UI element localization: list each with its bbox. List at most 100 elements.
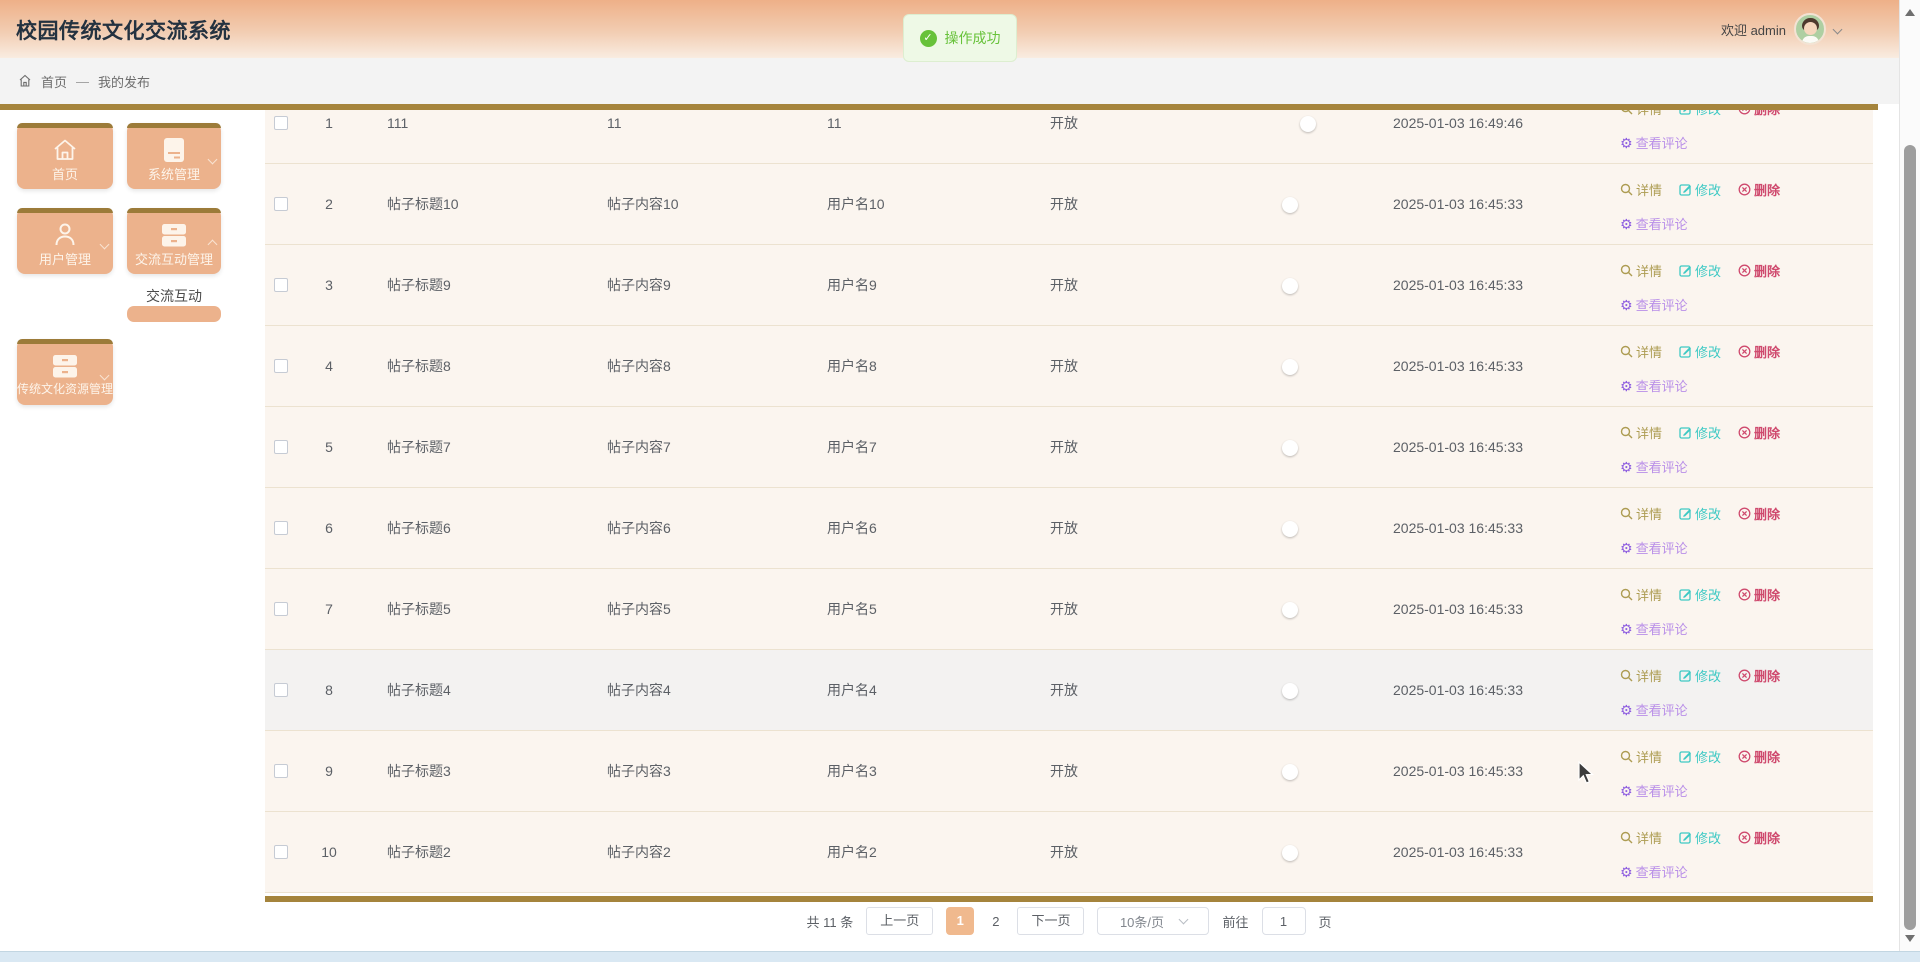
view-comments-link[interactable]: ⚙ 查看评论: [1620, 214, 1688, 233]
view-comments-link[interactable]: ⚙ 查看评论: [1620, 295, 1688, 314]
page-number-2[interactable]: 2: [987, 914, 1004, 929]
table-row: 3 帖子标题9 帖子内容9 用户名9 开放 2025-01-03 16:45:3…: [265, 245, 1873, 326]
breadcrumb-separator: —: [76, 73, 90, 89]
delete-link[interactable]: 删除: [1738, 180, 1780, 199]
row-actions: 详情 修改 删除: [1620, 650, 1873, 731]
post-title: 帖子标题8: [387, 358, 451, 374]
scrollbar-thumb[interactable]: [1904, 145, 1916, 930]
delete-link[interactable]: 删除: [1738, 110, 1780, 118]
detail-link[interactable]: 详情: [1620, 747, 1662, 766]
row-checkbox[interactable]: [274, 764, 288, 778]
submenu-item-selected[interactable]: [127, 306, 221, 322]
detail-link[interactable]: 详情: [1620, 110, 1662, 118]
post-time: 2025-01-03 16:45:33: [1393, 844, 1523, 860]
delete-link[interactable]: 删除: [1738, 504, 1780, 523]
edit-link[interactable]: 修改: [1679, 180, 1721, 199]
gear-icon: ⚙: [1620, 134, 1633, 151]
detail-link[interactable]: 详情: [1620, 504, 1662, 523]
view-comments-link[interactable]: ⚙ 查看评论: [1620, 376, 1688, 395]
edit-link[interactable]: 修改: [1679, 261, 1721, 280]
sidebar-item-system-management[interactable]: 系统管理: [127, 123, 221, 189]
prev-page-button[interactable]: 上一页: [866, 907, 934, 935]
delete-link[interactable]: 删除: [1738, 747, 1780, 766]
delete-link[interactable]: 删除: [1738, 261, 1780, 280]
row-checkbox[interactable]: [274, 521, 288, 535]
sidebar-item-interaction-management[interactable]: 交流互动管理: [127, 208, 221, 274]
edit-icon: [1679, 508, 1692, 520]
edit-icon: [1679, 427, 1692, 439]
post-time: 2025-01-03 16:45:33: [1393, 682, 1523, 698]
view-comments-link[interactable]: ⚙ 查看评论: [1620, 538, 1688, 557]
row-checkbox[interactable]: [274, 683, 288, 697]
detail-link[interactable]: 详情: [1620, 423, 1662, 442]
delete-link[interactable]: 删除: [1738, 423, 1780, 442]
row-checkbox[interactable]: [274, 197, 288, 211]
post-time: 2025-01-03 16:45:33: [1393, 439, 1523, 455]
view-comments-link[interactable]: ⚙ 查看评论: [1620, 457, 1688, 476]
edit-link[interactable]: 修改: [1679, 423, 1721, 442]
delete-icon: [1738, 264, 1751, 277]
delete-link[interactable]: 删除: [1738, 828, 1780, 847]
edit-link[interactable]: 修改: [1679, 666, 1721, 685]
row-checkbox-cell: [274, 764, 288, 778]
submenu-item-interaction[interactable]: 交流互动: [127, 286, 221, 306]
row-checkbox[interactable]: [274, 602, 288, 616]
delete-link[interactable]: 删除: [1738, 666, 1780, 685]
detail-label: 详情: [1636, 426, 1663, 441]
sidebar-item-home[interactable]: 首页: [17, 123, 113, 189]
edit-link[interactable]: 修改: [1679, 110, 1721, 118]
post-title: 111: [387, 115, 409, 131]
avatar[interactable]: [1794, 13, 1826, 45]
row-checkbox[interactable]: [274, 845, 288, 859]
detail-link[interactable]: 详情: [1620, 342, 1662, 361]
user-menu[interactable]: 欢迎 admin: [1721, 12, 1843, 46]
scroll-down-arrow-icon[interactable]: [1905, 935, 1915, 942]
edit-link[interactable]: 修改: [1679, 585, 1721, 604]
sidebar-item-culture-resource-management[interactable]: 传统文化资源管理: [17, 339, 113, 405]
magnifier-icon: [1621, 110, 1633, 115]
detail-link[interactable]: 详情: [1620, 828, 1662, 847]
row-checkbox[interactable]: [274, 359, 288, 373]
delete-link[interactable]: 删除: [1738, 585, 1780, 604]
scroll-up-arrow-icon[interactable]: [1905, 9, 1915, 16]
page-number-1[interactable]: 1: [946, 907, 975, 935]
page-size-select[interactable]: 10条/页: [1097, 907, 1210, 935]
magnifier-icon: [1620, 426, 1633, 439]
row-checkbox[interactable]: [274, 440, 288, 454]
delete-link[interactable]: 删除: [1738, 342, 1780, 361]
row-checkbox[interactable]: [274, 116, 288, 130]
view-comments-link[interactable]: ⚙ 查看评论: [1620, 700, 1688, 719]
next-page-button[interactable]: 下一页: [1017, 907, 1085, 935]
magnifier-icon: [1620, 750, 1633, 763]
edit-icon: [1679, 110, 1691, 115]
row-actions: 详情 修改 删除: [1620, 731, 1873, 812]
view-comments-link[interactable]: ⚙ 查看评论: [1620, 781, 1688, 800]
detail-link[interactable]: 详情: [1620, 180, 1662, 199]
breadcrumb-home[interactable]: 首页: [41, 72, 67, 91]
row-actions: 详情 修改 删除: [1620, 488, 1873, 569]
vertical-scrollbar[interactable]: [1899, 0, 1920, 951]
goto-page-input[interactable]: [1261, 907, 1306, 935]
row-index: 2: [325, 196, 333, 212]
delete-label: 删除: [1754, 507, 1781, 522]
detail-link[interactable]: 详情: [1620, 261, 1662, 280]
detail-link[interactable]: 详情: [1620, 666, 1662, 685]
horizontal-scrollbar[interactable]: [0, 951, 1920, 962]
chevron-down-icon[interactable]: [1832, 24, 1843, 34]
view-comments-link[interactable]: ⚙ 查看评论: [1620, 133, 1688, 152]
table-row: 5 帖子标题7 帖子内容7 用户名7 开放 2025-01-03 16:45:3…: [265, 407, 1873, 488]
view-comments-link[interactable]: ⚙ 查看评论: [1620, 619, 1688, 638]
edit-link[interactable]: 修改: [1679, 504, 1721, 523]
sidebar-item-user-management[interactable]: 用户管理: [17, 208, 113, 274]
edit-link[interactable]: 修改: [1679, 828, 1721, 847]
gear-icon: ⚙: [1620, 782, 1633, 799]
row-index: 4: [325, 358, 333, 374]
check-circle-icon: ✓: [919, 29, 937, 47]
edit-link[interactable]: 修改: [1679, 342, 1721, 361]
edit-link[interactable]: 修改: [1679, 747, 1721, 766]
view-comments-label: 查看评论: [1635, 703, 1688, 718]
detail-link[interactable]: 详情: [1620, 585, 1662, 604]
row-checkbox[interactable]: [274, 278, 288, 292]
view-comments-link[interactable]: ⚙ 查看评论: [1620, 862, 1688, 881]
app-window: 校园传统文化交流系统 欢迎 admin ✓ 操作成功 首页 — 我的发布 首页 …: [0, 0, 1920, 962]
